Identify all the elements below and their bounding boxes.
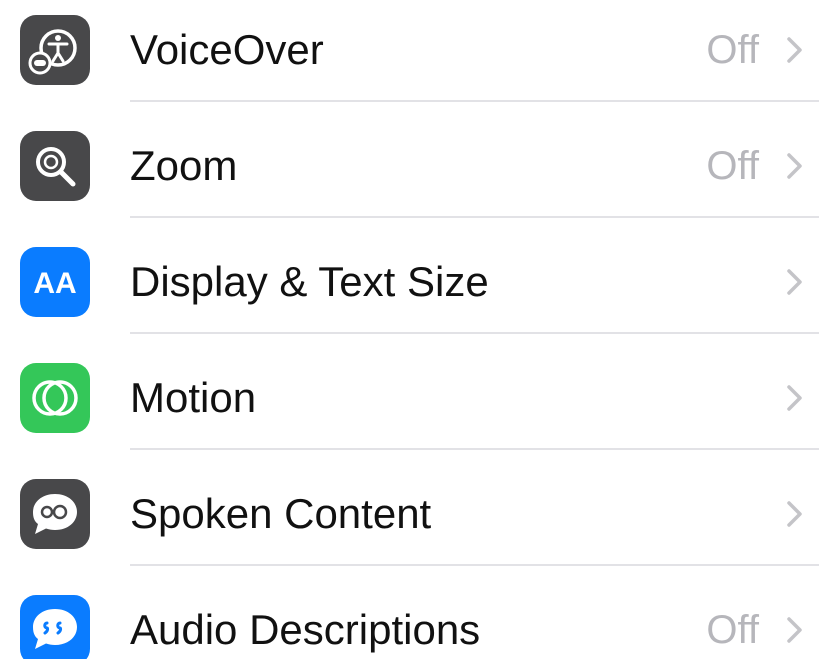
audio-descriptions-value: Off xyxy=(706,608,759,652)
spoken-content-label: Spoken Content xyxy=(130,490,432,537)
audio-descriptions-icon xyxy=(20,595,90,659)
display-text-size-row[interactable]: AA Display & Text Size xyxy=(0,218,819,334)
display-text-size-icon-glyph: AA xyxy=(33,267,76,300)
display-text-size-label: Display & Text Size xyxy=(130,258,489,305)
zoom-value: Off xyxy=(706,144,759,188)
audio-descriptions-row[interactable]: Audio Descriptions Off xyxy=(0,566,819,659)
voiceover-label: VoiceOver xyxy=(130,26,324,73)
zoom-row[interactable]: Zoom Off xyxy=(0,102,819,218)
chevron-right-icon xyxy=(779,612,809,648)
chevron-right-icon xyxy=(779,496,809,532)
audio-descriptions-label: Audio Descriptions xyxy=(130,606,481,653)
chevron-right-icon xyxy=(779,380,809,416)
voiceover-icon xyxy=(20,15,90,85)
motion-row[interactable]: Motion xyxy=(0,334,819,450)
spoken-content-row[interactable]: Spoken Content xyxy=(0,450,819,566)
motion-icon xyxy=(20,363,90,433)
display-text-size-icon: AA xyxy=(20,247,90,317)
chevron-right-icon xyxy=(779,264,809,300)
zoom-label: Zoom xyxy=(130,142,238,189)
spoken-content-icon xyxy=(20,479,90,549)
zoom-icon xyxy=(20,131,90,201)
chevron-right-icon xyxy=(779,32,809,68)
voiceover-value: Off xyxy=(706,28,759,72)
accessibility-settings-list: VoiceOver Off Zoom Off AA Display & Text… xyxy=(0,0,819,659)
motion-label: Motion xyxy=(130,374,257,421)
voiceover-row[interactable]: VoiceOver Off xyxy=(0,0,819,102)
chevron-right-icon xyxy=(779,148,809,184)
